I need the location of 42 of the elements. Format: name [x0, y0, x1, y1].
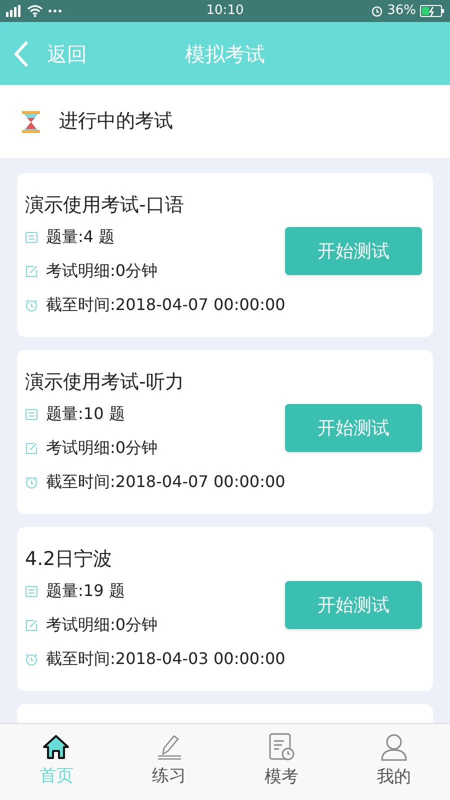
deadline: 截至时间:2018-04-07 00:00:00 — [46, 471, 286, 493]
battery-icon — [420, 5, 444, 17]
edit-icon — [25, 618, 38, 632]
more-icon — [48, 9, 62, 13]
start-test-button[interactable]: 开始测试 — [285, 404, 422, 452]
wifi-icon — [27, 5, 43, 17]
tab-item[interactable]: 首页 — [0, 724, 112, 800]
exam-detail: 考试明细:0分钟 — [46, 260, 158, 282]
page-title: 模拟考试 — [184, 40, 266, 68]
start-test-button[interactable]: 开始测试 — [285, 227, 422, 275]
list-icon — [25, 408, 38, 420]
alarm-clock-icon — [25, 652, 38, 666]
question-count: 题量:4 题 — [46, 226, 115, 248]
tab-item[interactable]: 模考 — [225, 724, 338, 800]
section-title: 进行中的考试 — [59, 109, 173, 134]
hourglass-icon — [21, 110, 41, 134]
signal-icon — [6, 5, 22, 17]
exam-title: 4.2日宁波 — [25, 547, 114, 572]
back-button[interactable]: 返回 — [0, 38, 87, 68]
clock-time: 10:10 — [206, 2, 244, 20]
alarm-clock-icon — [25, 476, 38, 488]
question-count: 题量:19 题 — [46, 580, 125, 602]
alarm-icon — [371, 5, 384, 17]
tab-item[interactable]: 练习 — [112, 724, 225, 800]
deadline: 截至时间:2018-04-07 00:00:00 — [46, 294, 286, 316]
deadline: 截至时间:2018-04-03 00:00:00 — [46, 648, 286, 670]
edit-icon — [25, 264, 38, 278]
list-icon — [25, 230, 38, 244]
exam-detail: 考试明细:0分钟 — [46, 437, 158, 459]
document-clock-icon — [267, 733, 296, 762]
exam-title: 演示使用考试-口语 — [25, 193, 185, 218]
battery-percent: 36% — [387, 2, 416, 20]
question-count: 题量:10 题 — [46, 403, 125, 425]
list-icon — [25, 584, 38, 598]
exam-title: 演示使用考试-听力 — [25, 370, 185, 395]
start-test-button[interactable]: 开始测试 — [285, 581, 422, 629]
exam-detail: 考试明细:0分钟 — [46, 614, 158, 636]
tab-item[interactable]: 我的 — [338, 724, 450, 800]
person-icon — [380, 733, 408, 762]
house-icon — [42, 734, 70, 760]
edit-icon — [25, 442, 38, 454]
alarm-clock-icon — [25, 298, 38, 312]
